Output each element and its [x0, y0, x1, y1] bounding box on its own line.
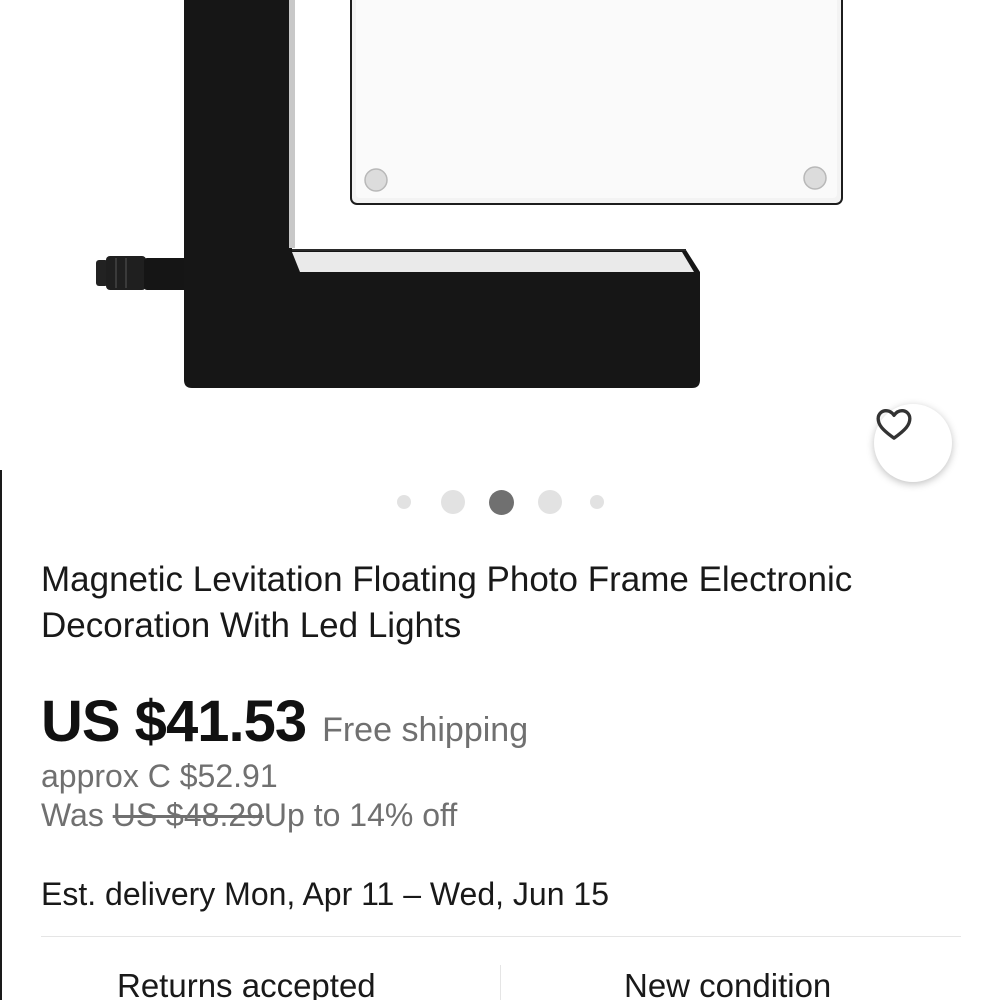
- returns-feature[interactable]: Returns accepted: [117, 967, 376, 1000]
- product-photo: [96, 0, 843, 388]
- condition-feature[interactable]: New condition: [624, 967, 831, 1000]
- was-label: Was: [41, 797, 104, 833]
- shipping-info: Free shipping: [322, 711, 529, 749]
- feature-separator: [500, 965, 501, 1000]
- carousel-dot-active[interactable]: [489, 490, 514, 515]
- approx-local-price: approx C $52.91: [41, 758, 278, 794]
- product-image-gallery[interactable]: [0, 0, 1000, 482]
- product-title: Magnetic Levitation Floating Photo Frame…: [41, 560, 853, 645]
- carousel-dot[interactable]: [441, 490, 465, 514]
- discount-text: Up to 14% off: [263, 797, 458, 833]
- previous-price-row: Was US $48.29Up to 14% off: [41, 797, 457, 834]
- estimated-delivery: Est. delivery Mon, Apr 11 – Wed, Jun 15: [41, 876, 609, 912]
- item-features-row: Returns accepted New condition: [41, 937, 961, 1000]
- image-carousel-indicator: [0, 486, 1000, 518]
- add-to-watchlist-button[interactable]: [874, 404, 952, 482]
- product-page: Magnetic Levitation Floating Photo Frame…: [0, 0, 1000, 1000]
- was-price: US $48.29: [112, 797, 264, 833]
- price-row: US $41.53 Free shipping: [41, 688, 528, 755]
- heart-outline-icon: [876, 409, 912, 440]
- current-price: US $41.53: [41, 689, 307, 754]
- carousel-dot[interactable]: [590, 495, 604, 509]
- carousel-dot[interactable]: [397, 495, 411, 509]
- carousel-dot[interactable]: [538, 490, 562, 514]
